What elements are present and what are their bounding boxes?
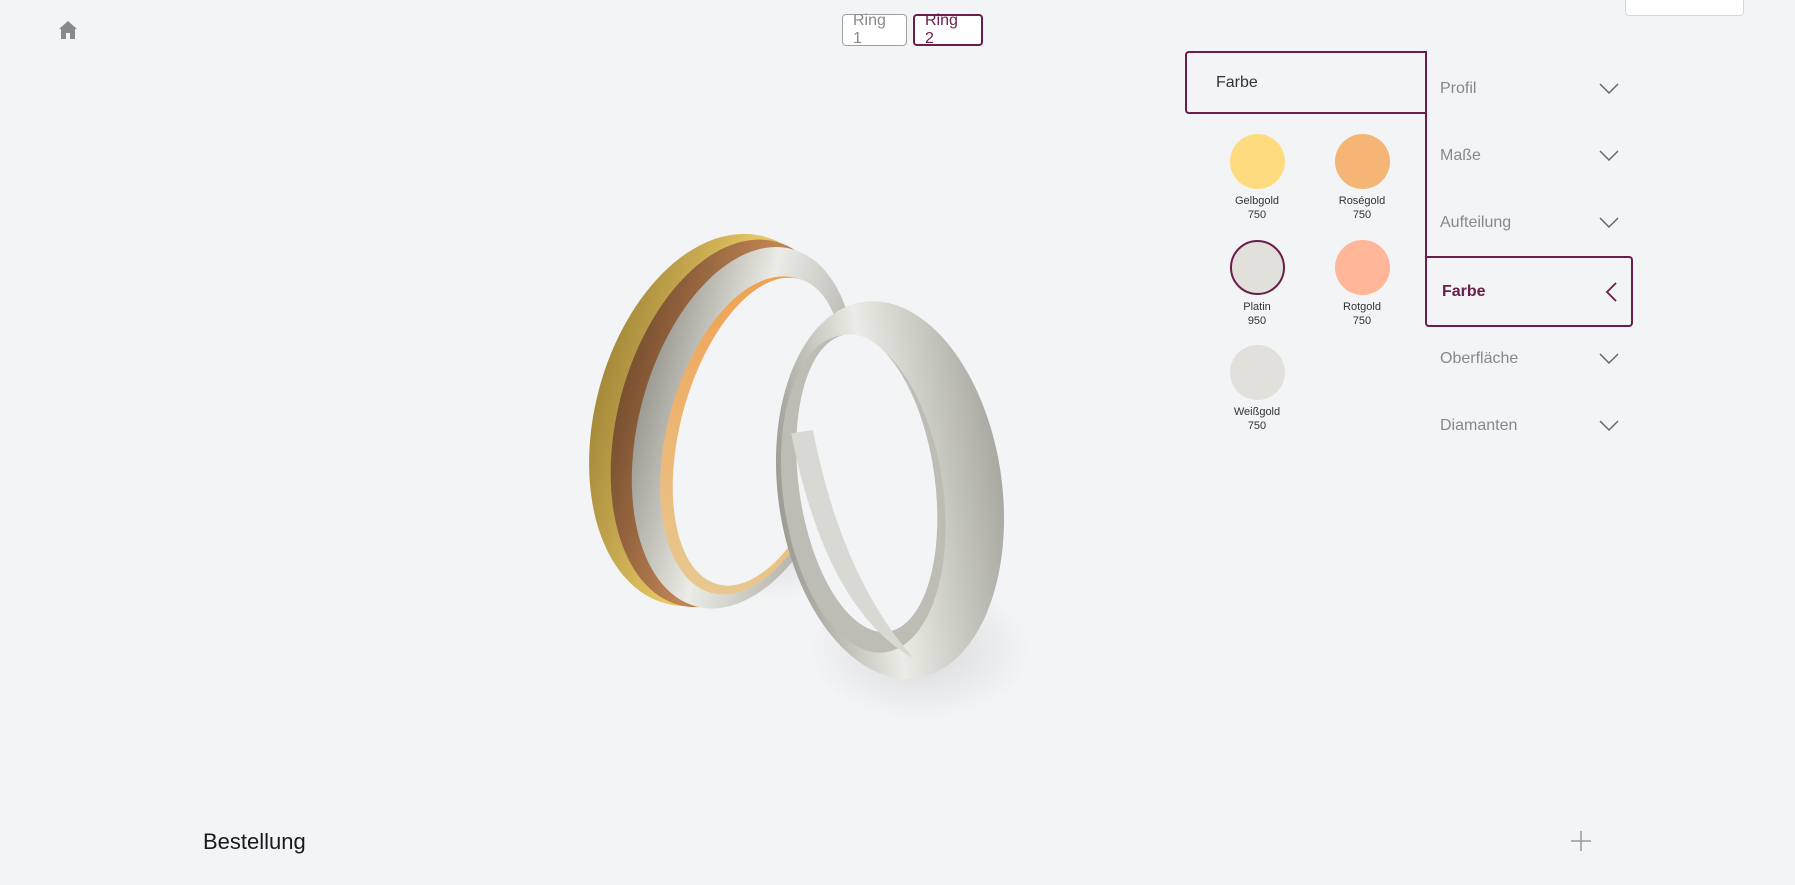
- swatch-purity: 750: [1352, 315, 1372, 327]
- chevron-down-icon: [1599, 352, 1619, 364]
- swatch-purity: 750: [1352, 209, 1372, 221]
- order-section-title: Bestellung: [203, 829, 306, 854]
- swatch-purity: 750: [1247, 209, 1267, 221]
- swatch-name: Rotgold: [1343, 301, 1381, 313]
- swatch-name: Gelbgold: [1234, 195, 1280, 207]
- menu-item-oberflaeche[interactable]: Oberfläche: [1425, 325, 1633, 392]
- plus-icon: [1571, 831, 1591, 851]
- swatch-rosegold-color: [1334, 134, 1390, 189]
- swatch-gelbgold[interactable]: Gelbgold 750: [1197, 134, 1317, 222]
- menu-item-label: Profil: [1440, 79, 1477, 97]
- chevron-down-icon: [1599, 216, 1619, 228]
- swatch-rotgold[interactable]: Rotgold 750: [1302, 240, 1422, 328]
- swatch-purity: 950: [1247, 315, 1267, 327]
- swatch-name: Platin: [1243, 301, 1271, 313]
- swatch-rosegold[interactable]: Roségold 750: [1302, 134, 1422, 222]
- chevron-down-icon: [1599, 149, 1619, 161]
- swatch-platin[interactable]: Platin 950: [1197, 240, 1317, 328]
- home-icon: [59, 21, 77, 39]
- menu-item-label: Farbe: [1442, 282, 1486, 300]
- color-panel-header[interactable]: Farbe: [1185, 51, 1425, 114]
- swatch-name: Weißgold: [1233, 406, 1281, 418]
- swatch-weissgold-color: [1229, 345, 1285, 400]
- swatch-name: Roségold: [1338, 195, 1386, 207]
- ring-preview-image[interactable]: [560, 120, 1100, 780]
- tab-ring-1[interactable]: Ring 1: [842, 12, 907, 47]
- swatch-platin-color: [1229, 240, 1285, 295]
- menu-item-label: Maße: [1440, 146, 1481, 164]
- chevron-down-icon: [1599, 419, 1619, 431]
- swatch-purity: 750: [1247, 420, 1267, 432]
- color-panel-title: Farbe: [1216, 73, 1258, 91]
- home-button[interactable]: [56, 18, 82, 44]
- tab-ring-2[interactable]: Ring 2: [913, 12, 983, 47]
- order-add-button[interactable]: [1570, 830, 1594, 854]
- menu-item-label: Oberfläche: [1440, 349, 1519, 367]
- chevron-left-icon: [1605, 281, 1617, 302]
- chevron-down-icon: [1599, 82, 1619, 94]
- menu-item-aufteilung[interactable]: Aufteilung: [1425, 189, 1633, 256]
- ring-tabs: Ring 1 Ring 2: [842, 12, 983, 47]
- swatch-gelbgold-color: [1229, 134, 1285, 189]
- menu-item-profil[interactable]: Profil: [1425, 55, 1633, 122]
- swatch-weissgold[interactable]: Weißgold 750: [1197, 345, 1317, 433]
- menu-item-label: Aufteilung: [1440, 213, 1512, 231]
- menu-item-masse[interactable]: Maße: [1425, 122, 1633, 189]
- top-right-control[interactable]: [1625, 0, 1744, 16]
- menu-item-diamanten[interactable]: Diamanten: [1425, 392, 1633, 459]
- menu-item-label: Diamanten: [1440, 416, 1518, 434]
- swatch-rotgold-color: [1334, 240, 1390, 295]
- menu-item-farbe[interactable]: Farbe: [1425, 256, 1633, 327]
